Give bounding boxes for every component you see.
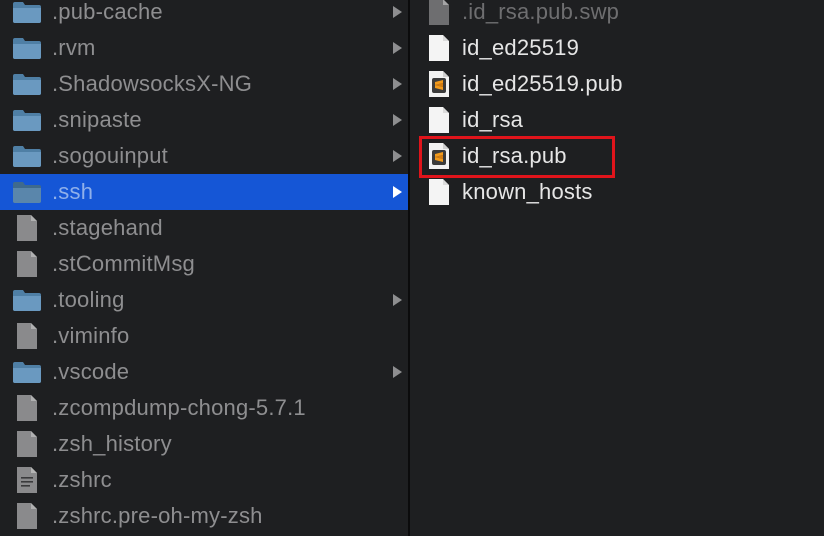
- chevron-right-icon: [390, 41, 404, 55]
- file-icon: [12, 321, 42, 351]
- chevron-right-icon: [390, 149, 404, 163]
- file-icon: [12, 213, 42, 243]
- item-label: .pub-cache: [52, 0, 163, 24]
- item-label: .id_rsa.pub.swp: [462, 0, 620, 24]
- ssh-file-item[interactable]: known_hosts: [410, 174, 824, 210]
- ssh-folder-column[interactable]: .id_rsa.pub.swp id_ed25519 id_ed25519.pubi…: [410, 0, 824, 536]
- finder-column-view: .pub-cache .rvm .ShadowsocksX-NG .snipaste.…: [0, 0, 824, 536]
- item-label: .zsh_history: [52, 431, 172, 456]
- parent-list-item[interactable]: .snipaste: [0, 102, 408, 138]
- parent-list-item[interactable]: .tooling: [0, 282, 408, 318]
- item-label: .ShadowsocksX-NG: [52, 71, 253, 96]
- sublime-file-icon: [426, 69, 452, 99]
- folder-icon: [12, 0, 42, 27]
- parent-list-item[interactable]: .zshrc: [0, 462, 408, 498]
- text-file-icon: [12, 465, 42, 495]
- parent-list-item[interactable]: .stCommitMsg: [0, 246, 408, 282]
- item-label: .zcompdump-chong-5.7.1: [52, 395, 306, 420]
- chevron-right-icon: [390, 77, 404, 91]
- item-label: .zshrc.pre-oh-my-zsh: [52, 503, 263, 528]
- ssh-file-item[interactable]: id_ed25519.pub: [410, 66, 824, 102]
- folder-icon: [12, 141, 42, 171]
- item-label: .sogouinput: [52, 143, 168, 168]
- chevron-right-icon: [390, 293, 404, 307]
- file-icon: [426, 0, 452, 27]
- parent-folder-column[interactable]: .pub-cache .rvm .ShadowsocksX-NG .snipaste.…: [0, 0, 408, 536]
- parent-list-item[interactable]: .pub-cache: [0, 0, 408, 30]
- folder-icon: [12, 285, 42, 315]
- parent-list-item[interactable]: .rvm: [0, 30, 408, 66]
- parent-list-item[interactable]: .ssh: [0, 174, 408, 210]
- item-label: .rvm: [52, 35, 96, 60]
- folder-icon: [12, 177, 42, 207]
- item-label: .ssh: [52, 179, 94, 204]
- item-label: .tooling: [52, 287, 125, 312]
- item-label: .viminfo: [52, 323, 130, 348]
- folder-icon: [12, 105, 42, 135]
- parent-list-item[interactable]: .sogouinput: [0, 138, 408, 174]
- parent-list-item[interactable]: .ShadowsocksX-NG: [0, 66, 408, 102]
- file-icon: [426, 177, 452, 207]
- item-label: id_ed25519.pub: [462, 71, 623, 96]
- parent-list-item[interactable]: .stagehand: [0, 210, 408, 246]
- item-label: .zshrc: [52, 467, 112, 492]
- item-label: .vscode: [52, 359, 130, 384]
- file-icon: [12, 249, 42, 279]
- item-label: .snipaste: [52, 107, 142, 132]
- parent-list-item[interactable]: .vscode: [0, 354, 408, 390]
- folder-icon: [12, 357, 42, 387]
- file-icon: [12, 501, 42, 531]
- parent-list-item[interactable]: .zshrc.pre-oh-my-zsh: [0, 498, 408, 534]
- item-label: id_rsa: [462, 107, 524, 132]
- chevron-right-icon: [390, 185, 404, 199]
- file-icon: [426, 105, 452, 135]
- highlight-annotation-box: [419, 136, 615, 178]
- file-icon: [12, 393, 42, 423]
- file-icon: [12, 429, 42, 459]
- chevron-right-icon: [390, 113, 404, 127]
- folder-icon: [12, 69, 42, 99]
- item-label: .stagehand: [52, 215, 163, 240]
- item-label: id_ed25519: [462, 35, 580, 60]
- parent-list-item[interactable]: .zcompdump-chong-5.7.1: [0, 390, 408, 426]
- ssh-file-item[interactable]: id_ed25519: [410, 30, 824, 66]
- item-label: known_hosts: [462, 179, 593, 204]
- parent-list-item[interactable]: .viminfo: [0, 318, 408, 354]
- parent-list-item[interactable]: .zsh_history: [0, 426, 408, 462]
- folder-icon: [12, 33, 42, 63]
- chevron-right-icon: [390, 5, 404, 19]
- file-icon: [426, 33, 452, 63]
- chevron-right-icon: [390, 365, 404, 379]
- ssh-file-item[interactable]: id_rsa: [410, 102, 824, 138]
- ssh-file-item[interactable]: .id_rsa.pub.swp: [410, 0, 824, 30]
- item-label: .stCommitMsg: [52, 251, 195, 276]
